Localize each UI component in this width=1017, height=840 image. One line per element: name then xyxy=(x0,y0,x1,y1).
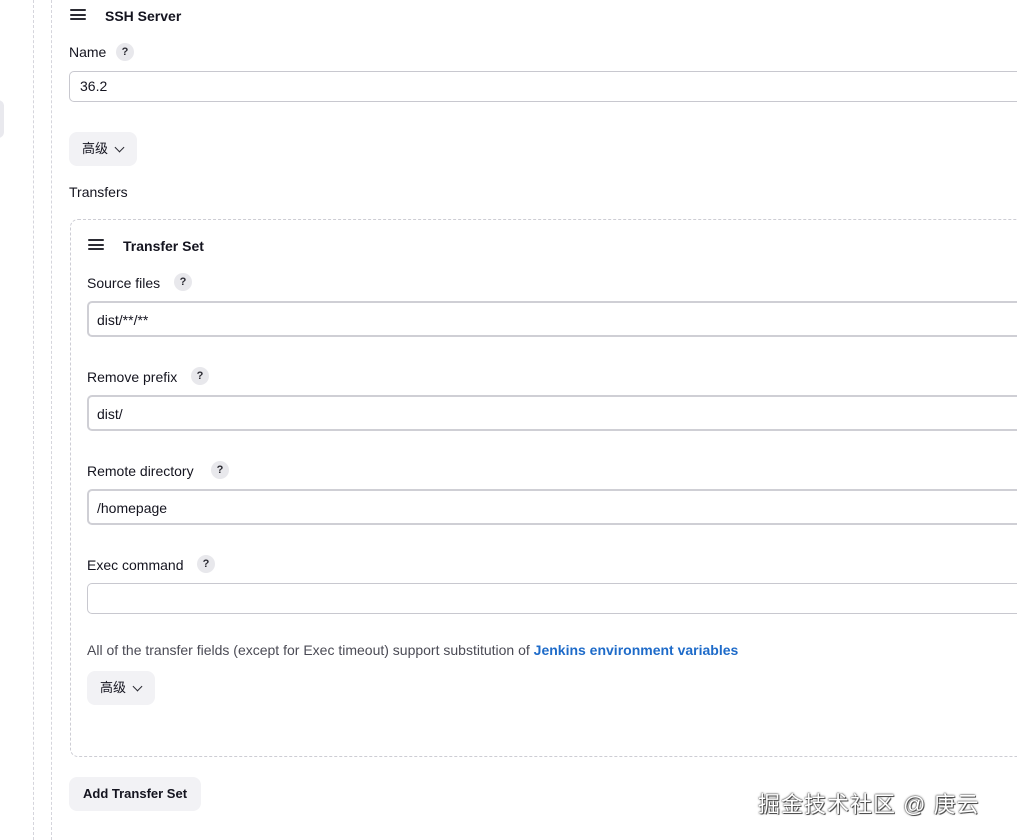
remote-directory-input[interactable]: /homepage xyxy=(87,489,1017,525)
drag-handle-icon[interactable] xyxy=(70,9,86,20)
name-help-icon[interactable]: ? xyxy=(116,43,134,61)
substitution-note-text: All of the transfer fields (except for E… xyxy=(87,642,530,658)
remove-prefix-help-icon[interactable]: ? xyxy=(191,367,209,385)
source-files-help-icon[interactable]: ? xyxy=(174,273,192,291)
left-dashed-guide-inner xyxy=(51,0,52,840)
substitution-note: All of the transfer fields (except for E… xyxy=(87,641,738,659)
add-transfer-set-button[interactable]: Add Transfer Set xyxy=(69,777,202,811)
exec-command-input[interactable] xyxy=(87,583,1017,614)
transfer-set-panel xyxy=(70,219,1017,757)
chevron-down-icon xyxy=(114,142,125,152)
jenkins-env-vars-link[interactable]: Jenkins environment variables xyxy=(534,642,739,658)
watermark: 掘金技术社区 @ 庚云 xyxy=(758,792,980,817)
advanced-button[interactable]: 高级 xyxy=(69,132,138,166)
transfer-set-advanced-button[interactable]: 高级 xyxy=(87,671,156,705)
advanced-button-label: 高级 xyxy=(82,141,109,156)
chevron-down-icon xyxy=(132,681,143,691)
source-files-label: Source files xyxy=(87,275,161,291)
remote-directory-help-icon[interactable]: ? xyxy=(211,461,229,479)
remove-prefix-label: Remove prefix xyxy=(87,369,178,385)
name-input[interactable]: 36.2 xyxy=(69,71,1017,102)
exec-command-label: Exec command xyxy=(87,557,184,573)
transfer-set-drag-handle-icon[interactable] xyxy=(88,239,104,250)
source-files-input[interactable]: dist/**/** xyxy=(87,301,1017,337)
name-label: Name xyxy=(69,44,107,60)
transfer-set-heading: Transfer Set xyxy=(123,238,204,254)
transfer-set-advanced-button-label: 高级 xyxy=(100,680,127,695)
remote-directory-label: Remote directory xyxy=(87,463,194,479)
ssh-server-heading: SSH Server xyxy=(105,8,182,24)
left-dashed-guide-outer xyxy=(33,0,34,840)
remove-prefix-input[interactable]: dist/ xyxy=(87,395,1017,431)
exec-command-help-icon[interactable]: ? xyxy=(197,555,215,573)
transfers-label: Transfers xyxy=(69,184,128,200)
side-tab-handle[interactable] xyxy=(0,100,4,138)
